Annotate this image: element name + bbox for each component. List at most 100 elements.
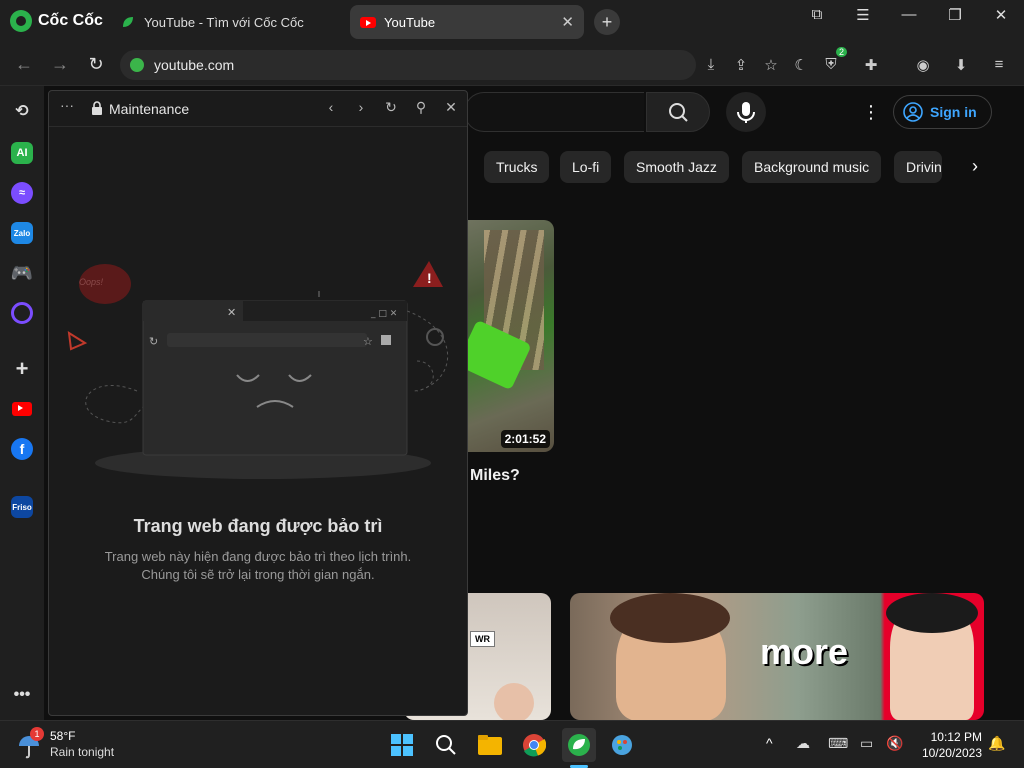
downloads-icon[interactable]: ⬇ <box>950 56 972 74</box>
back-button[interactable]: ← <box>12 54 36 75</box>
close-window-button[interactable]: ✕ <box>986 6 1016 24</box>
panel-pin-icon[interactable]: ⚲ <box>411 99 431 116</box>
more-options-icon[interactable]: ⋮ <box>862 102 880 123</box>
add-sidebar-app-icon[interactable]: + <box>11 356 33 381</box>
onedrive-cloud-icon[interactable]: ☁ <box>796 735 810 752</box>
share-icon[interactable]: ⇪ <box>730 56 752 74</box>
browser-tab-bar: Cốc Cốc YouTube - Tìm với Cốc Cốc YouTub… <box>0 0 1024 44</box>
wr-badge: WR <box>470 631 495 647</box>
chip-smooth-jazz[interactable]: Smooth Jazz <box>624 151 729 183</box>
display-icon[interactable]: ▭ <box>860 735 873 752</box>
facebook-icon[interactable]: f <box>11 438 33 460</box>
tab-title: YouTube <box>384 14 436 30</box>
svg-text:!: ! <box>427 270 432 286</box>
chips-next-icon[interactable]: › <box>972 156 978 177</box>
youtube-search-button[interactable] <box>646 92 710 132</box>
tab-youtube[interactable]: YouTube ✕ <box>350 5 584 39</box>
brand-name: Cốc Cốc <box>38 12 103 29</box>
clock-time: 10:12 PM <box>930 730 982 744</box>
panel-menu-icon[interactable]: ··· <box>57 97 77 113</box>
profile-avatar-icon[interactable]: ◉ <box>912 56 934 74</box>
restore-button[interactable]: ❐ <box>940 6 970 24</box>
chip-trucks[interactable]: Trucks <box>484 151 550 183</box>
voice-search-button[interactable] <box>726 92 766 132</box>
sidebar-more-icon[interactable]: ••• <box>11 684 33 706</box>
volume-muted-icon[interactable]: 🔇 <box>886 735 903 752</box>
panel-close-icon[interactable]: ✕ <box>441 99 461 116</box>
coccoc-brand[interactable]: Cốc Cốc <box>10 10 103 32</box>
address-text: youtube.com <box>154 57 235 73</box>
history-icon[interactable]: ⟲ <box>11 100 33 122</box>
microphone-icon <box>737 102 755 123</box>
minimize-button[interactable]: — <box>894 6 924 23</box>
panel-reload-icon[interactable]: ↻ <box>381 99 401 116</box>
account-icon <box>903 102 923 122</box>
video-thumbnail-3[interactable]: more <box>570 593 984 720</box>
bookmark-star-icon[interactable]: ☆ <box>760 56 782 74</box>
secure-lock-icon <box>130 58 144 72</box>
youtube-search-input[interactable] <box>464 92 644 132</box>
svg-text:↻: ↻ <box>149 335 158 348</box>
keyboard-icon[interactable]: ⌨ <box>828 735 848 752</box>
quiz-app-icon[interactable] <box>11 302 33 324</box>
youtube-app-icon[interactable] <box>11 398 33 420</box>
system-clock[interactable]: 10:12 PM 10/20/2023 <box>916 729 982 761</box>
zalo-icon[interactable]: Zalo <box>11 222 33 244</box>
panel-forward-icon[interactable]: › <box>351 99 371 115</box>
screen-capture-icon[interactable]: ⧉ <box>802 6 832 23</box>
show-hidden-icons-chevron-icon[interactable]: ^ <box>766 735 773 751</box>
coccoc-taskbar-icon[interactable] <box>562 728 596 762</box>
extensions-puzzle-icon[interactable]: ✚ <box>860 56 882 74</box>
windows-start-icon[interactable] <box>388 731 416 759</box>
side-panel-toolbar: ··· Maintenance ‹ › ↻ ⚲ ✕ <box>49 91 467 127</box>
maintenance-heading: Trang web đang được bảo trì <box>133 516 383 536</box>
game-controller-icon[interactable]: 🎮 <box>11 262 33 284</box>
maintenance-desc-line2: Chúng tôi sẽ trở lại trong thời gian ngắ… <box>141 567 375 582</box>
ai-assistant-icon[interactable]: AI <box>11 142 33 164</box>
panel-back-icon[interactable]: ‹ <box>321 99 341 115</box>
coccoc-logo-icon <box>10 10 32 32</box>
notification-bell-icon[interactable]: 🔔 <box>988 735 1005 752</box>
svg-text:☆: ☆ <box>363 335 373 348</box>
new-tab-button[interactable]: + <box>594 9 620 35</box>
video-title-1[interactable]: Miles? <box>470 467 520 485</box>
tab-title: YouTube - Tìm với Cốc Cốc <box>144 14 304 30</box>
thumbnail-overlay-text: more <box>760 631 849 672</box>
svg-text:_ □ ✕: _ □ ✕ <box>370 309 397 319</box>
panel-lock-icon <box>91 101 103 120</box>
dark-mode-moon-icon[interactable]: ☾ <box>790 56 812 74</box>
tab-search-icon[interactable]: ☰ <box>848 6 878 24</box>
weather-alert-badge: 1 <box>30 727 44 741</box>
chrome-icon[interactable] <box>520 731 548 759</box>
friso-icon[interactable]: Friso <box>11 496 33 518</box>
search-icon[interactable] <box>432 731 460 759</box>
svg-text:✕: ✕ <box>227 306 236 319</box>
weather-desc[interactable]: Rain tonight <box>50 745 114 759</box>
search-icon <box>669 103 688 122</box>
tab-youtube-search[interactable]: YouTube - Tìm với Cốc Cốc <box>110 5 346 39</box>
close-tab-icon[interactable]: ✕ <box>561 13 574 31</box>
main-menu-icon[interactable]: ≡ <box>988 56 1010 73</box>
reload-button[interactable]: ↻ <box>84 54 108 75</box>
clock-date: 10/20/2023 <box>921 746 982 760</box>
weather-temp[interactable]: 58°F <box>50 729 75 743</box>
sign-in-button[interactable]: Sign in <box>893 95 992 129</box>
side-panel: ··· Maintenance ‹ › ↻ ⚲ ✕ ! ✕ _ □ ✕ ↻ ☆ <box>48 90 468 716</box>
messenger-icon[interactable]: ≈ <box>11 182 33 204</box>
shield-count-badge: 2 <box>836 47 848 57</box>
address-bar[interactable]: youtube.com <box>120 50 696 80</box>
install-app-icon[interactable]: ⤓ <box>700 56 722 73</box>
chip-lofi[interactable]: Lo-fi <box>560 151 612 183</box>
address-toolbar: ← → ↻ youtube.com ⤓ ⇪ ☆ ☾ ⛨ 2 ✚ ◉ ⬇ ≡ <box>0 44 1024 86</box>
shield-adblock-icon[interactable]: ⛨ <box>820 56 842 73</box>
paint-app-icon[interactable] <box>608 731 636 759</box>
chip-driving[interactable]: Drivin <box>894 151 942 183</box>
youtube-favicon-icon <box>360 14 376 30</box>
maintenance-illustration: ! ✕ _ □ ✕ ↻ ☆ <box>67 261 449 479</box>
chip-background-music[interactable]: Background music <box>742 151 882 183</box>
file-explorer-icon[interactable] <box>476 731 504 759</box>
coccoc-leaf-icon <box>120 14 136 30</box>
forward-button[interactable]: → <box>48 54 72 75</box>
sign-in-label: Sign in <box>930 104 977 120</box>
video-duration: 2:01:52 <box>500 430 550 448</box>
